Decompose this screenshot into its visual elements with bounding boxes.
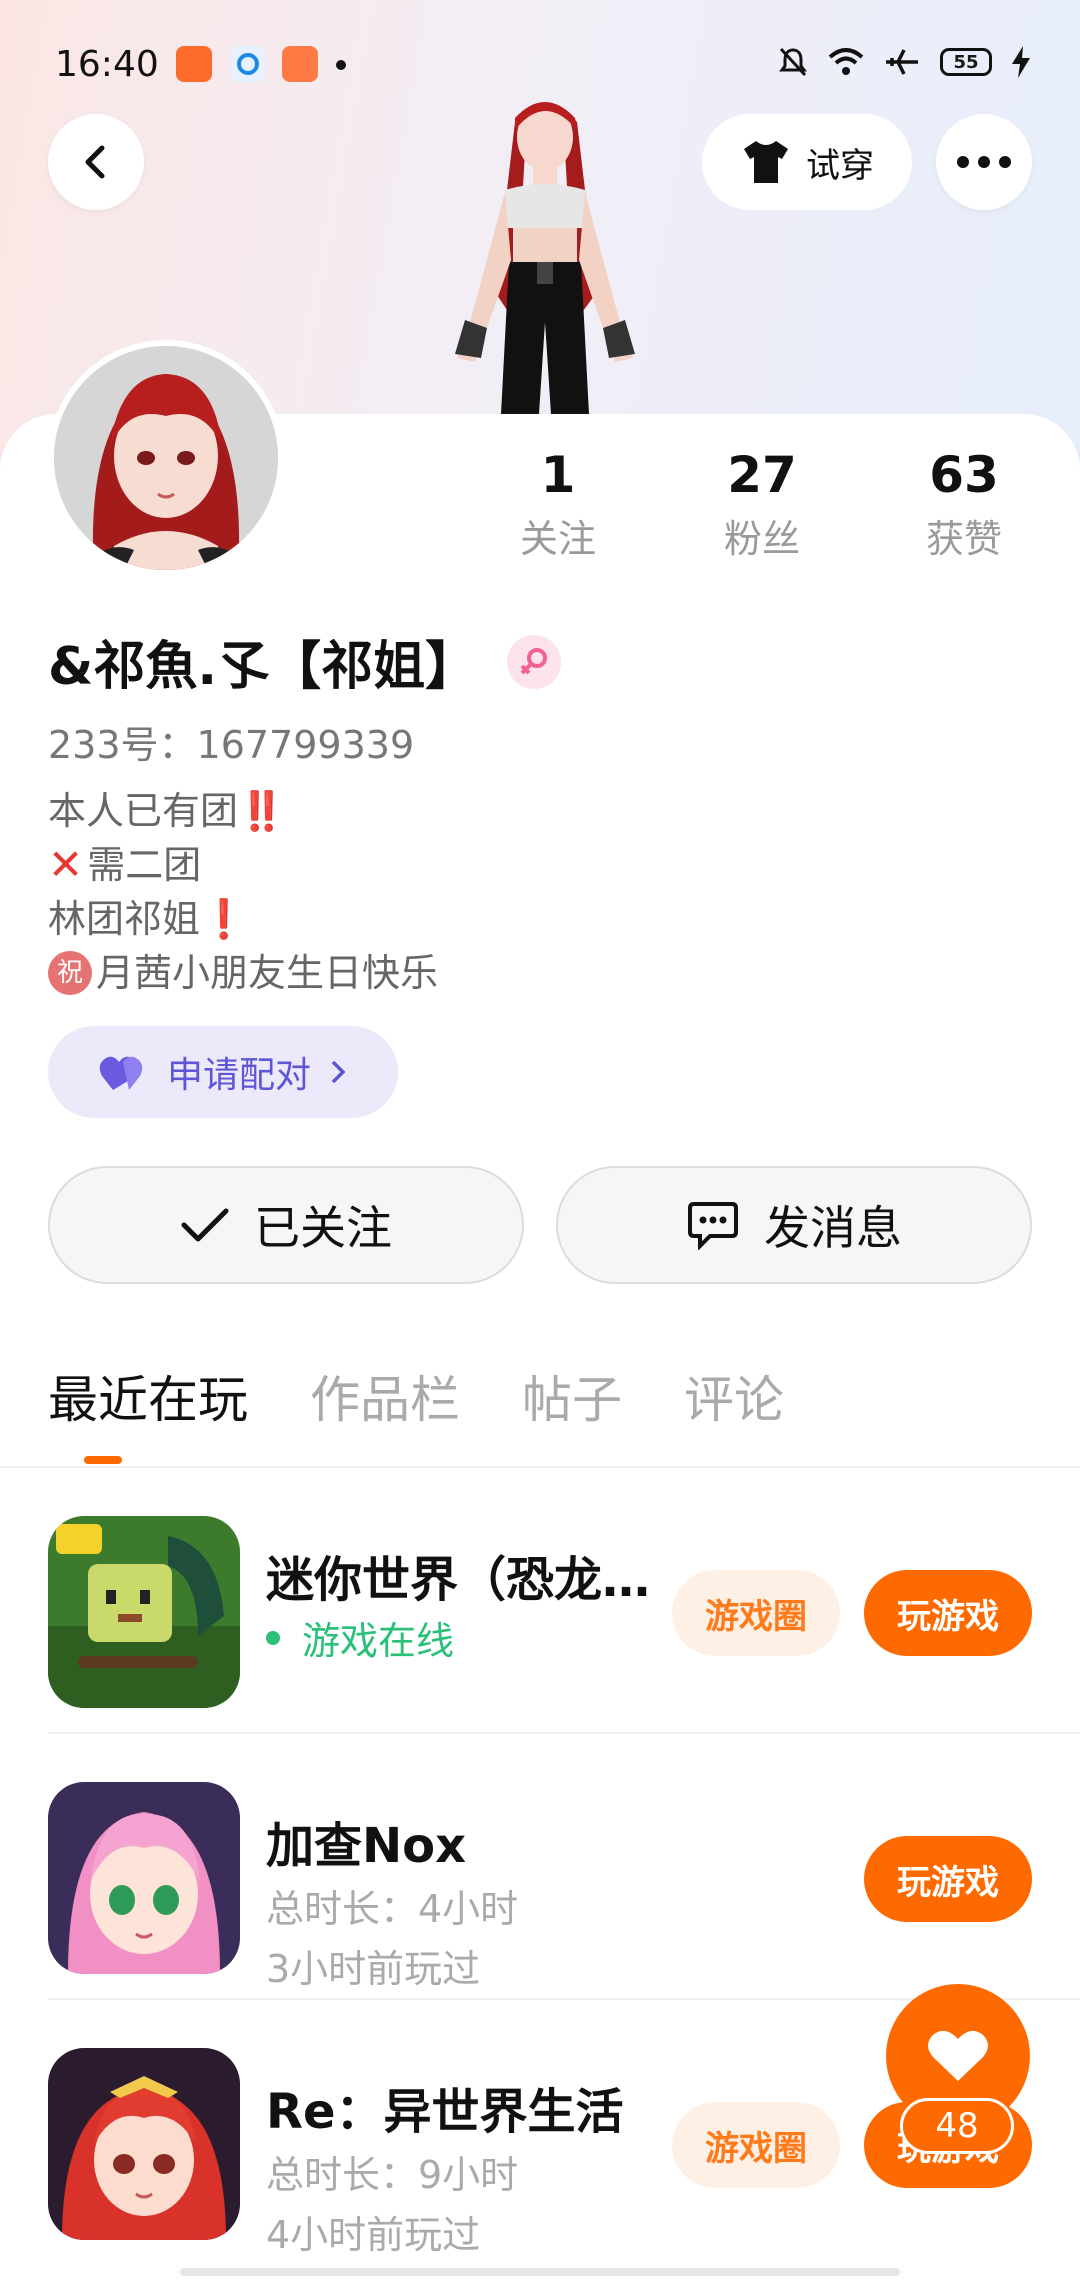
game-title: 迷你世界（恐龙… <box>266 1552 651 1608</box>
app-notification-icon <box>282 46 318 82</box>
game-icon-mini-world <box>48 1516 240 1708</box>
stat-label: 粉丝 <box>723 517 800 561</box>
more-icon <box>957 156 1011 168</box>
airplane-icon <box>886 49 918 75</box>
tab-recently-played[interactable]: 最近在玩 <box>48 1360 248 1440</box>
stat-following[interactable]: 1 关注 <box>478 440 638 564</box>
exclamation-icon: ❗ <box>200 897 248 941</box>
game-circle-button[interactable]: 游戏圈 <box>672 2102 840 2188</box>
back-button[interactable] <box>48 114 144 210</box>
game-list-item[interactable]: 加查Nox 总时长：4小时 3小时前玩过 玩游戏 <box>48 1734 1080 2000</box>
game-total-duration: 总时长：9小时 <box>266 2153 519 2197</box>
female-gender-icon <box>507 634 562 689</box>
shirt-icon <box>744 141 788 183</box>
apply-pair-button[interactable]: 申请配对 <box>48 1026 398 1118</box>
heart-pair-icon <box>99 1056 143 1090</box>
status-icons: 55 <box>778 46 1030 78</box>
stat-value: 1 <box>540 446 576 504</box>
stat-label: 关注 <box>519 517 596 561</box>
chat-bubble-icon <box>688 1202 738 1250</box>
stat-likes[interactable]: 63 获赞 <box>884 440 1044 564</box>
send-message-label: 发消息 <box>764 1201 902 1255</box>
bio: 本人已有团 ‼️ ✕ 需二团 林团祁姐 ❗ 祝 月茜小朋友生日快乐 <box>48 784 438 1000</box>
game-icon-gacha-nox <box>48 1782 240 1974</box>
game-list-item[interactable]: 迷你世界（恐龙… 游戏在线 游戏圈 玩游戏 <box>48 1468 1080 1734</box>
game-last-played: 4小时前玩过 <box>266 2213 481 2257</box>
stat-followers[interactable]: 27 粉丝 <box>682 440 842 564</box>
more-button[interactable] <box>936 114 1032 210</box>
tab-comments[interactable]: 评论 <box>684 1360 784 1440</box>
active-tab-indicator <box>84 1456 122 1464</box>
play-game-button[interactable]: 玩游戏 <box>864 1836 1032 1922</box>
followed-label: 已关注 <box>254 1201 392 1255</box>
username-text: &祁魚.孓【祁姐】 <box>48 637 478 697</box>
back-arrow-icon <box>85 145 105 179</box>
avatar-image <box>54 346 278 570</box>
bio-line: ✕ 需二团 <box>48 838 438 892</box>
stat-value: 63 <box>929 446 999 504</box>
heart-icon <box>928 2030 988 2081</box>
send-message-button[interactable]: 发消息 <box>556 1166 1032 1284</box>
avatar[interactable] <box>48 340 284 576</box>
like-count-badge: 48 <box>900 2098 1014 2154</box>
game-last-played: 3小时前玩过 <box>266 1947 481 1991</box>
apply-pair-label: 申请配对 <box>166 1055 311 1096</box>
status-time: 16:40 <box>55 44 159 85</box>
game-icon-re-zero <box>48 2048 240 2240</box>
charging-icon <box>1012 46 1030 78</box>
username: &祁魚.孓【祁姐】 <box>48 624 562 699</box>
mute-icon <box>779 47 807 77</box>
try-on-button[interactable]: 试穿 <box>702 114 912 210</box>
game-title: Re：异世界生活 <box>266 2084 624 2140</box>
wifi-icon <box>828 48 864 75</box>
scroll-indicator <box>180 2268 900 2276</box>
double-exclamation-icon: ‼️ <box>238 789 286 833</box>
bio-line: 祝 月茜小朋友生日快乐 <box>48 946 438 1000</box>
stat-value: 27 <box>727 446 797 504</box>
battery-icon: 55 <box>940 48 992 76</box>
checkmark-icon <box>181 1208 229 1242</box>
try-on-label: 试穿 <box>806 145 874 186</box>
game-online-status: 游戏在线 <box>266 1610 454 1665</box>
play-game-button[interactable]: 玩游戏 <box>864 1570 1032 1656</box>
app-notification-icon <box>230 46 266 82</box>
more-notifications-dot <box>336 60 346 70</box>
followed-button[interactable]: 已关注 <box>48 1166 524 1284</box>
game-circle-button[interactable]: 游戏圈 <box>672 1570 840 1656</box>
chevron-right-icon <box>331 1060 346 1084</box>
stat-label: 获赞 <box>925 517 1002 561</box>
app-notification-icon <box>176 46 212 82</box>
user-id: 233号：167799339 <box>48 723 415 767</box>
congratulation-icon: 祝 <box>48 951 92 995</box>
cross-mark-icon: ✕ <box>48 840 84 889</box>
profile-tabs: 最近在玩 作品栏 帖子 评论 <box>48 1360 784 1440</box>
bio-line: 本人已有团 ‼️ <box>48 784 438 838</box>
tab-posts[interactable]: 帖子 <box>522 1360 622 1440</box>
online-dot-icon <box>266 1630 280 1645</box>
bio-line: 林团祁姐 ❗ <box>48 892 438 946</box>
tab-works[interactable]: 作品栏 <box>310 1360 460 1440</box>
game-title: 加查Nox <box>266 1818 467 1874</box>
avatar-figure-image <box>455 102 635 414</box>
game-total-duration: 总时长：4小时 <box>266 1887 519 1931</box>
